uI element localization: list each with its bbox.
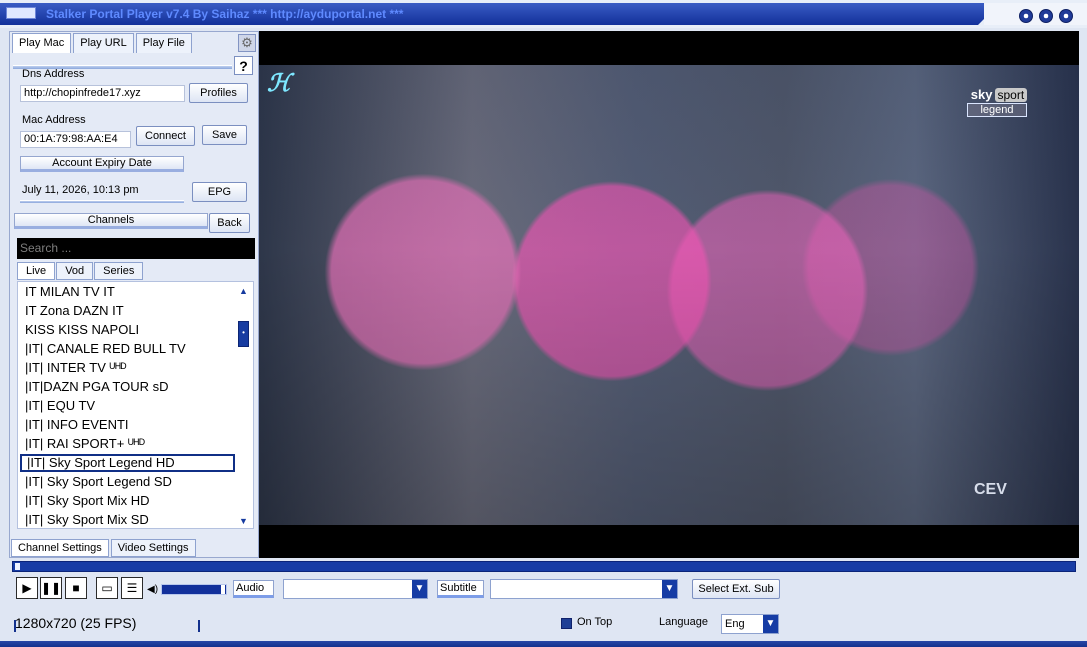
- sky-sport-legend-badge: sky sport legend: [967, 87, 1031, 119]
- expiry-divider: [20, 200, 184, 203]
- channel-item[interactable]: |IT|DAZN PGA TOUR sD: [20, 378, 235, 396]
- video-shading: [259, 65, 1079, 525]
- content-subtabs: Live Vod Series: [17, 262, 144, 280]
- chevron-down-icon[interactable]: ▼: [412, 580, 427, 598]
- channel-item[interactable]: |IT| RAI SPORT+ ᵁᴴᴰ: [20, 435, 235, 453]
- video-player[interactable]: ℋ sky sport legend CEV: [259, 31, 1079, 558]
- tab-channel-settings[interactable]: Channel Settings: [11, 539, 109, 557]
- app-logo-icon: [6, 7, 36, 19]
- seek-thumb[interactable]: [15, 563, 20, 570]
- maximize-button[interactable]: [1039, 9, 1053, 23]
- expiry-value: July 11, 2026, 10:13 pm: [22, 184, 139, 196]
- legend-text: legend: [967, 103, 1027, 117]
- list-icon[interactable]: ☰: [121, 577, 143, 599]
- dns-label: Dns Address: [22, 68, 85, 80]
- volume-icon: ◀): [147, 584, 159, 595]
- dns-address-input[interactable]: http://chopinfrede17.xyz: [20, 85, 185, 102]
- video-frame: ℋ sky sport legend CEV: [259, 65, 1079, 525]
- chevron-down-icon[interactable]: ▼: [662, 580, 677, 598]
- on-top-label: On Top: [577, 616, 613, 628]
- volume-slider[interactable]: [161, 584, 227, 595]
- epg-button[interactable]: EPG: [192, 182, 247, 202]
- channel-scrollbar[interactable]: ▲ • ▼: [236, 284, 251, 528]
- resolution-status: 1280x720 (25 FPS): [15, 615, 137, 631]
- channel-item[interactable]: |IT| Sky Sport Legend SD: [20, 473, 235, 491]
- connect-button[interactable]: Connect: [136, 126, 195, 146]
- mac-address-input[interactable]: 00:1A:79:98:AA:E4: [20, 131, 131, 148]
- back-button[interactable]: Back: [209, 213, 250, 233]
- channel-item[interactable]: |IT| EQU TV: [20, 397, 235, 415]
- pause-button[interactable]: ❚❚: [40, 577, 62, 599]
- search-input[interactable]: Search ...: [17, 238, 255, 259]
- on-top-checkbox[interactable]: [561, 618, 572, 629]
- cev-watermark: CEV: [974, 481, 1007, 498]
- help-button[interactable]: ?: [234, 56, 253, 75]
- chevron-down-icon[interactable]: ▼: [763, 615, 778, 633]
- channel-list[interactable]: IT MILAN TV IT IT Zona DAZN IT KISS KISS…: [17, 281, 254, 529]
- language-label: Language: [659, 616, 708, 628]
- audio-select[interactable]: ▼: [283, 579, 428, 599]
- status-divider: [198, 620, 200, 632]
- channel-item[interactable]: IT Zona DAZN IT: [20, 302, 235, 320]
- source-tabs: Play Mac Play URL Play File: [12, 33, 194, 53]
- volume-thumb[interactable]: [221, 585, 225, 594]
- sky-text: sky: [970, 87, 993, 102]
- channel-item[interactable]: KISS KISS NAPOLI: [20, 321, 235, 339]
- close-button[interactable]: [1059, 9, 1073, 23]
- minimize-button[interactable]: [1019, 9, 1033, 23]
- sky-sport-top: sky sport: [967, 87, 1031, 102]
- expiry-title: Account Expiry Date: [20, 156, 184, 172]
- scroll-thumb[interactable]: •: [238, 321, 249, 347]
- tab-video-settings[interactable]: Video Settings: [110, 539, 196, 557]
- tab-live[interactable]: Live: [17, 262, 56, 280]
- mac-label: Mac Address: [22, 114, 86, 126]
- channel-item[interactable]: IT MILAN TV IT: [20, 283, 235, 301]
- save-button[interactable]: Save: [202, 125, 247, 145]
- sport-text: sport: [994, 87, 1028, 102]
- seek-bar[interactable]: [12, 561, 1076, 572]
- profiles-button[interactable]: Profiles: [189, 83, 248, 103]
- channel-item[interactable]: |IT| INFO EVENTI: [20, 416, 235, 434]
- channel-item[interactable]: |IT| Sky Sport Mix SD: [20, 511, 235, 529]
- tab-vod[interactable]: Vod: [56, 262, 94, 280]
- scroll-down-icon[interactable]: ▼: [237, 516, 250, 526]
- subtitle-label: Subtitle: [437, 580, 484, 598]
- language-value: Eng: [725, 618, 745, 630]
- settings-tabs: Channel Settings Video Settings: [11, 539, 198, 557]
- gear-icon[interactable]: ⚙: [238, 34, 256, 52]
- tab-series[interactable]: Series: [94, 262, 144, 280]
- channel-item[interactable]: |IT| INTER TV ᵁᴴᴰ: [20, 359, 235, 377]
- tab-play-file[interactable]: Play File: [135, 33, 192, 53]
- tab-play-mac[interactable]: Play Mac: [12, 33, 72, 53]
- scroll-up-icon[interactable]: ▲: [237, 286, 250, 296]
- play-button[interactable]: ▶: [16, 577, 38, 599]
- window-title: Stalker Portal Player v7.4 By Saihaz ***…: [46, 7, 404, 21]
- select-external-subtitle-button[interactable]: Select Ext. Sub: [692, 579, 780, 599]
- title-bar: Stalker Portal Player v7.4 By Saihaz ***…: [0, 0, 1087, 28]
- stop-button[interactable]: ■: [65, 577, 87, 599]
- subtitle-select[interactable]: ▼: [490, 579, 678, 599]
- channel-item[interactable]: |IT| Sky Sport Mix HD: [20, 492, 235, 510]
- audio-label: Audio: [233, 580, 274, 598]
- channel-item-selected[interactable]: |IT| Sky Sport Legend HD: [20, 454, 235, 472]
- channels-title: Channels: [14, 213, 208, 229]
- channel-item[interactable]: |IT| CANALE RED BULL TV: [20, 340, 235, 358]
- tab-play-url[interactable]: Play URL: [73, 33, 134, 53]
- screen-icon[interactable]: ▭: [96, 577, 118, 599]
- language-select[interactable]: Eng ▼: [721, 614, 779, 634]
- window-bottom-border: [0, 641, 1087, 647]
